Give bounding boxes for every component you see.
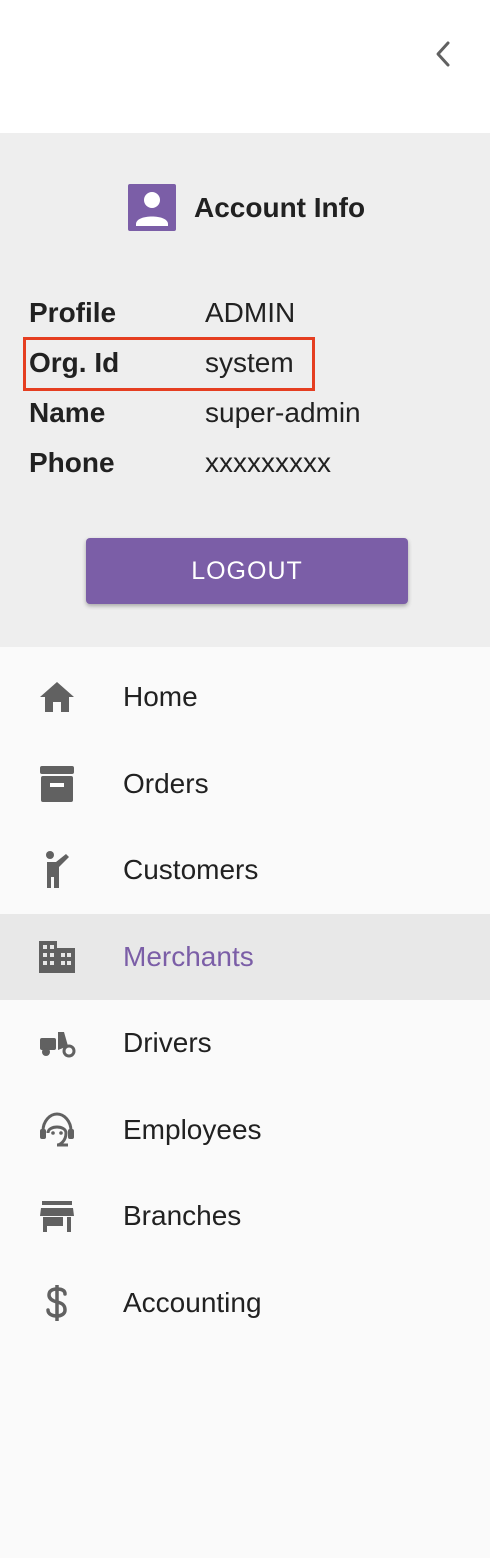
sidebar-item-employees[interactable]: Employees — [0, 1087, 490, 1174]
drawer-header — [0, 0, 490, 133]
sidebar-item-branches[interactable]: Branches — [0, 1173, 490, 1260]
dollar-icon — [37, 1283, 77, 1323]
sidebar-item-drivers[interactable]: Drivers — [0, 1000, 490, 1087]
sidebar-nav: Home Orders Customers Merchants Drivers … — [0, 654, 490, 1346]
store-icon — [37, 1196, 77, 1236]
name-value: super-admin — [205, 397, 361, 428]
sidebar-item-label: Branches — [123, 1200, 242, 1232]
sidebar-item-home[interactable]: Home — [0, 654, 490, 741]
phone-value: xxxxxxxxx — [205, 447, 331, 478]
moped-icon — [37, 1023, 77, 1063]
account-info-panel: Account Info Profile ADMIN Org. Id syste… — [0, 133, 490, 647]
profile-label: Profile — [29, 297, 117, 328]
sidebar-item-label: Home — [123, 681, 198, 713]
person-waving-icon — [37, 850, 77, 890]
chevron-left-icon — [436, 41, 450, 67]
sidebar-item-label: Merchants — [123, 940, 254, 972]
account-info-title: Account Info — [194, 191, 366, 223]
name-row: Name super-admin — [29, 393, 469, 433]
sidebar-item-label: Employees — [123, 1113, 262, 1145]
profile-row: Profile ADMIN — [29, 293, 469, 333]
headset-agent-icon — [37, 1110, 77, 1150]
org-id-highlight-box — [23, 337, 315, 391]
sidebar-item-customers[interactable]: Customers — [0, 827, 490, 914]
archive-box-icon — [37, 764, 77, 804]
account-info-header: Account Info — [128, 184, 365, 231]
sidebar-item-accounting[interactable]: Accounting — [0, 1260, 490, 1347]
building-icon — [37, 937, 77, 977]
sidebar-item-merchants[interactable]: Merchants — [0, 913, 490, 1000]
phone-row: Phone xxxxxxxxx — [29, 443, 469, 483]
account-avatar-icon — [128, 184, 176, 231]
name-label: Name — [29, 397, 106, 428]
logout-button[interactable]: LOGOUT — [86, 538, 408, 604]
sidebar-item-label: Customers — [123, 854, 259, 886]
sidebar-item-label: Drivers — [123, 1027, 212, 1059]
sidebar-item-label: Orders — [123, 767, 209, 799]
phone-label: Phone — [29, 447, 115, 478]
sidebar-item-orders[interactable]: Orders — [0, 741, 490, 828]
profile-value: ADMIN — [205, 297, 296, 328]
collapse-drawer-button[interactable] — [420, 34, 466, 74]
home-icon — [37, 677, 77, 717]
sidebar-item-label: Accounting — [123, 1286, 262, 1318]
